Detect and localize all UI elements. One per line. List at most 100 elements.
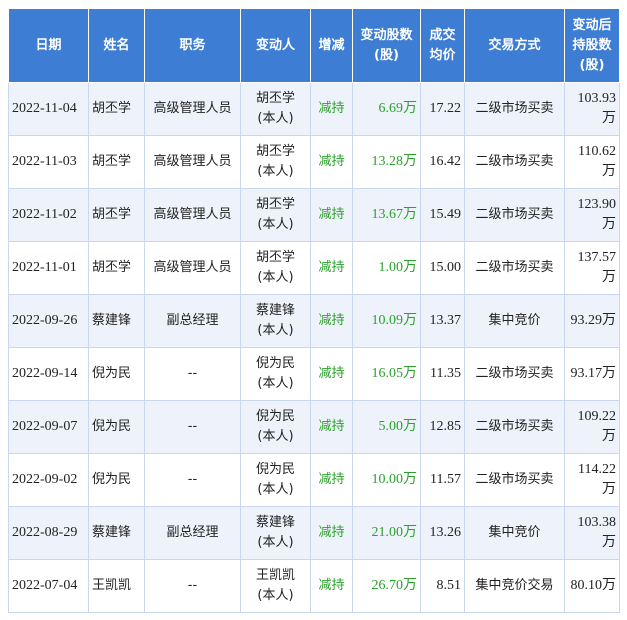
cell-direction: 减持 — [310, 188, 353, 242]
cell-after-shares: 110.62万 — [564, 135, 620, 189]
cell-after-shares: 103.93万 — [564, 82, 620, 136]
header-changer[interactable]: 变动人 — [240, 8, 311, 83]
cell-position: -- — [144, 347, 241, 401]
cell-changer: 胡丕学 (本人) — [240, 135, 311, 189]
cell-method: 集中竞价 — [464, 294, 565, 348]
cell-name: 倪为民 — [88, 453, 145, 507]
cell-method: 二级市场买卖 — [464, 347, 565, 401]
header-after-shares[interactable]: 变动后 持股数 (股) — [564, 8, 620, 83]
table-row[interactable]: 2022-07-04 王凯凯 -- 王凯凯 (本人) 减持 26.70万 8.51 集中竞价交易… — [8, 559, 620, 613]
cell-change-shares: 13.67万 — [352, 188, 421, 242]
table-row[interactable]: 2022-11-01 胡丕学 高级管理人员 胡丕学 (本人) 减持 1.00万 15.00 二级… — [8, 241, 620, 295]
cell-date: 2022-09-02 — [8, 453, 89, 507]
cell-position: 副总经理 — [144, 506, 241, 560]
cell-name: 蔡建锋 — [88, 506, 145, 560]
cell-changer: 倪为民 (本人) — [240, 400, 311, 454]
cell-avg-price: 11.57 — [420, 453, 465, 507]
insider-trading-table: 日期 姓名 职务 变动人 增减 变动股数 (股) 成交 均价 交易方式 变动后 … — [8, 8, 620, 613]
cell-position: -- — [144, 453, 241, 507]
changer-name: 蔡建锋 — [255, 515, 295, 530]
table-row[interactable]: 2022-11-03 胡丕学 高级管理人员 胡丕学 (本人) 减持 13.28万 16.42 二… — [8, 135, 620, 189]
table-row[interactable]: 2022-08-29 蔡建锋 副总经理 蔡建锋 (本人) 减持 21.00万 13.26 集中竞… — [8, 506, 620, 560]
table-row[interactable]: 2022-09-07 倪为民 -- 倪为民 (本人) 减持 5.00万 12.85 二级市场买卖… — [8, 400, 620, 454]
changer-relation: (本人) — [257, 535, 294, 550]
table-row[interactable]: 2022-09-26 蔡建锋 副总经理 蔡建锋 (本人) 减持 10.09万 13.37 集中竞… — [8, 294, 620, 348]
cell-name: 倪为民 — [88, 400, 145, 454]
changer-relation: (本人) — [257, 270, 294, 285]
cell-change-shares: 26.70万 — [352, 559, 421, 613]
header-after-shares-line3: (股) — [579, 57, 605, 73]
header-change-shares[interactable]: 变动股数 (股) — [352, 8, 421, 83]
cell-direction: 减持 — [310, 294, 353, 348]
changer-name: 倪为民 — [255, 356, 295, 371]
changer-relation: (本人) — [257, 217, 294, 232]
cell-position: -- — [144, 559, 241, 613]
cell-direction: 减持 — [310, 82, 353, 136]
cell-date: 2022-11-02 — [8, 188, 89, 242]
insider-trading-table-container: 日期 姓名 职务 变动人 增减 变动股数 (股) 成交 均价 交易方式 变动后 … — [8, 8, 620, 613]
changer-relation: (本人) — [257, 323, 294, 338]
cell-date: 2022-08-29 — [8, 506, 89, 560]
header-position[interactable]: 职务 — [144, 8, 241, 83]
table-row[interactable]: 2022-11-04 胡丕学 高级管理人员 胡丕学 (本人) 减持 6.69万 17.22 二级… — [8, 82, 620, 136]
cell-changer: 胡丕学 (本人) — [240, 241, 311, 295]
cell-change-shares: 1.00万 — [352, 241, 421, 295]
changer-name: 胡丕学 — [255, 91, 295, 106]
cell-position: 高级管理人员 — [144, 188, 241, 242]
changer-name: 胡丕学 — [255, 250, 295, 265]
cell-name: 胡丕学 — [88, 241, 145, 295]
cell-after-shares: 93.29万 — [564, 294, 620, 348]
cell-date: 2022-09-14 — [8, 347, 89, 401]
header-change-shares-line2: (股) — [374, 47, 399, 63]
changer-relation: (本人) — [257, 376, 294, 391]
changer-name: 倪为民 — [255, 462, 295, 477]
cell-after-shares: 137.57万 — [564, 241, 620, 295]
cell-direction: 减持 — [310, 453, 353, 507]
cell-avg-price: 16.42 — [420, 135, 465, 189]
cell-method: 二级市场买卖 — [464, 453, 565, 507]
cell-name: 胡丕学 — [88, 188, 145, 242]
cell-date: 2022-11-04 — [8, 82, 89, 136]
changer-relation: (本人) — [257, 164, 294, 179]
cell-after-shares: 114.22万 — [564, 453, 620, 507]
changer-relation: (本人) — [257, 111, 294, 126]
cell-method: 二级市场买卖 — [464, 400, 565, 454]
cell-change-shares: 10.09万 — [352, 294, 421, 348]
cell-change-shares: 5.00万 — [352, 400, 421, 454]
cell-changer: 倪为民 (本人) — [240, 347, 311, 401]
cell-avg-price: 15.00 — [420, 241, 465, 295]
cell-position: 高级管理人员 — [144, 82, 241, 136]
changer-name: 胡丕学 — [255, 197, 295, 212]
cell-direction: 减持 — [310, 347, 353, 401]
cell-position: -- — [144, 400, 241, 454]
cell-date: 2022-09-26 — [8, 294, 89, 348]
cell-method: 二级市场买卖 — [464, 135, 565, 189]
header-avg-price-line1: 成交 — [429, 27, 456, 43]
cell-changer: 王凯凯 (本人) — [240, 559, 311, 613]
table-row[interactable]: 2022-09-02 倪为民 -- 倪为民 (本人) 减持 10.00万 11.57 二级市场买… — [8, 453, 620, 507]
cell-avg-price: 12.85 — [420, 400, 465, 454]
table-row[interactable]: 2022-09-14 倪为民 -- 倪为民 (本人) 减持 16.05万 11.35 二级市场买… — [8, 347, 620, 401]
header-method[interactable]: 交易方式 — [464, 8, 565, 83]
header-direction[interactable]: 增减 — [310, 8, 353, 83]
cell-position: 副总经理 — [144, 294, 241, 348]
cell-name: 王凯凯 — [88, 559, 145, 613]
cell-avg-price: 17.22 — [420, 82, 465, 136]
header-name[interactable]: 姓名 — [88, 8, 145, 83]
cell-date: 2022-11-01 — [8, 241, 89, 295]
header-after-shares-line1: 变动后 — [572, 17, 612, 33]
changer-relation: (本人) — [257, 429, 294, 444]
table-row[interactable]: 2022-11-02 胡丕学 高级管理人员 胡丕学 (本人) 减持 13.67万 15.49 二… — [8, 188, 620, 242]
header-date[interactable]: 日期 — [8, 8, 89, 83]
cell-date: 2022-09-07 — [8, 400, 89, 454]
table-header-row: 日期 姓名 职务 变动人 增减 变动股数 (股) 成交 均价 交易方式 变动后 … — [8, 8, 620, 83]
cell-date: 2022-11-03 — [8, 135, 89, 189]
cell-changer: 蔡建锋 (本人) — [240, 506, 311, 560]
cell-method: 集中竞价交易 — [464, 559, 565, 613]
cell-method: 二级市场买卖 — [464, 188, 565, 242]
cell-change-shares: 6.69万 — [352, 82, 421, 136]
header-avg-price[interactable]: 成交 均价 — [420, 8, 465, 83]
cell-name: 蔡建锋 — [88, 294, 145, 348]
cell-direction: 减持 — [310, 506, 353, 560]
cell-direction: 减持 — [310, 135, 353, 189]
